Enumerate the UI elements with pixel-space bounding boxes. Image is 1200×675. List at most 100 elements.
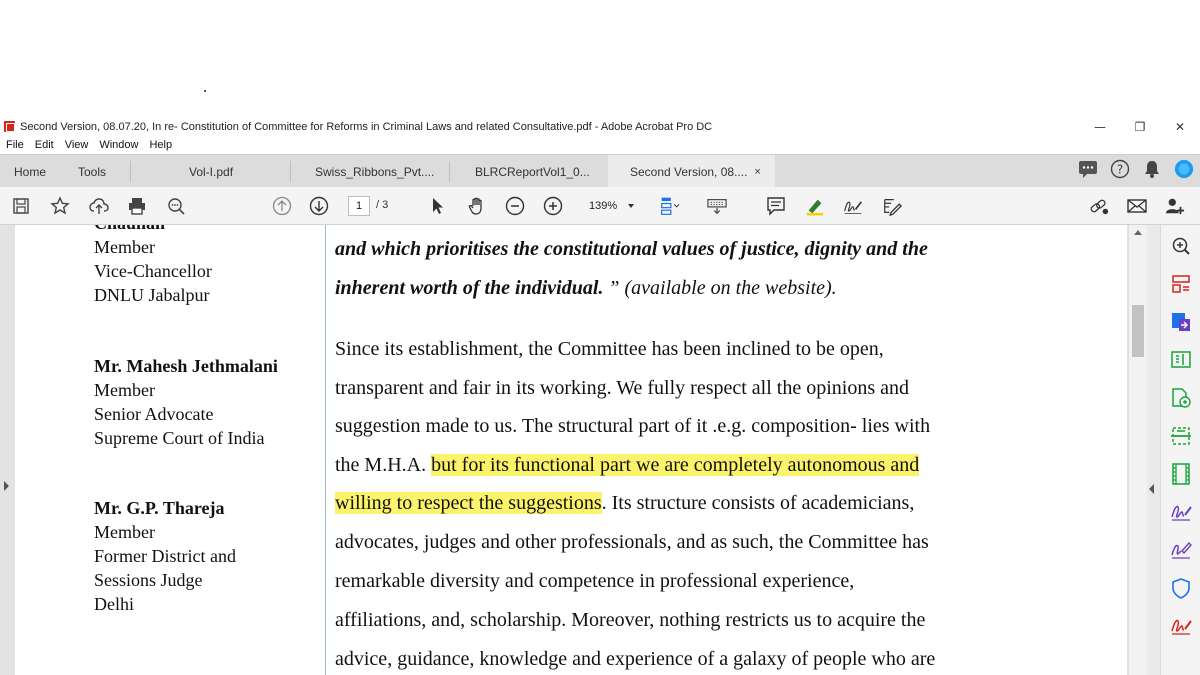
cursor-icon[interactable]	[428, 196, 448, 216]
document-view[interactable]: Chauhan Member Vice-Chancellor DNLU Jaba…	[0, 225, 1147, 675]
request-signature-icon[interactable]	[1170, 539, 1192, 561]
tab-close-icon[interactable]: ×	[754, 166, 760, 178]
fit-page-icon[interactable]	[660, 196, 680, 216]
collapse-right-pane-icon[interactable]	[1149, 484, 1154, 494]
member-title: Senior Advocate	[94, 404, 214, 424]
menu-window[interactable]: Window	[99, 139, 138, 151]
page-number-input[interactable]: 1	[348, 196, 370, 216]
tab-home[interactable]: Home	[14, 155, 46, 188]
print-icon[interactable]	[127, 196, 147, 216]
comment-icon[interactable]	[766, 196, 786, 216]
page-total: / 3	[376, 199, 389, 211]
bell-icon[interactable]	[1142, 159, 1162, 179]
member-affiliation: Supreme Court of India	[94, 428, 265, 448]
member-block-3: Mr. G.P. Thareja Member Former District …	[94, 496, 236, 616]
member-block-1: Member Vice-Chancellor DNLU Jabalpur	[94, 235, 212, 307]
help-icon[interactable]: ?	[1110, 159, 1130, 179]
more-tools-sign-icon[interactable]	[1170, 615, 1192, 637]
tab-doc-vol-i[interactable]: Vol-I.pdf	[189, 155, 233, 188]
menu-edit[interactable]: Edit	[35, 139, 54, 151]
title-bar: Second Version, 08.07.20, In re- Constit…	[0, 117, 1200, 136]
scan-ocr-icon[interactable]	[1170, 425, 1192, 447]
expand-left-pane-icon[interactable]	[4, 481, 9, 491]
edit-icon[interactable]	[882, 196, 902, 217]
body-line: transparent and fair in its working. We …	[335, 377, 909, 399]
menu-bar: File Edit View Window Help	[0, 136, 1200, 154]
body-line: willing to respect the suggestions. Its …	[335, 492, 914, 515]
mail-icon[interactable]	[1127, 196, 1147, 216]
upload-icon[interactable]	[89, 196, 109, 216]
zoom-out-icon[interactable]	[505, 196, 525, 216]
menu-help[interactable]: Help	[149, 139, 172, 151]
tab-tools-label: Tools	[78, 164, 107, 179]
rich-media-icon[interactable]	[1170, 463, 1192, 485]
pdf-page: Chauhan Member Vice-Chancellor DNLU Jaba…	[15, 225, 1127, 675]
body-line-italic: ” (available on the website).	[603, 277, 837, 299]
create-pdf-icon[interactable]	[1170, 387, 1192, 409]
organize-pages-icon[interactable]	[1170, 273, 1192, 295]
edit-pdf-icon[interactable]	[1170, 349, 1192, 371]
scroll-thumb[interactable]	[1132, 305, 1144, 357]
protect-shield-icon[interactable]	[1170, 577, 1192, 599]
desktop-background	[0, 0, 1200, 117]
hand-icon[interactable]	[467, 196, 487, 216]
restore-button[interactable]: ❐	[1120, 117, 1160, 136]
body-line: inherent worth of the individual. ” (ava…	[335, 277, 837, 300]
member-title: Sessions Judge	[94, 570, 203, 590]
tab-label: BLRCReportVol1_0...	[475, 164, 590, 179]
tab-separator	[290, 161, 291, 182]
tab-tools[interactable]: Tools	[78, 155, 106, 188]
tab-label: Second Version, 08....	[630, 164, 748, 179]
tab-doc-second-version[interactable]: Second Version, 08.... ×	[608, 155, 775, 188]
right-tools-pane	[1160, 225, 1200, 675]
star-icon[interactable]	[50, 196, 70, 216]
arrow-up-icon[interactable]	[272, 196, 292, 216]
fill-sign-icon[interactable]	[1170, 501, 1192, 523]
acrobat-window: Second Version, 08.07.20, In re- Constit…	[0, 117, 1200, 675]
toolbar: 1 / 3 139%	[0, 187, 1200, 225]
avatar-icon[interactable]	[1174, 159, 1194, 179]
highlight-icon[interactable]	[805, 196, 825, 216]
tab-separator	[449, 161, 450, 182]
body-text: . Its structure consists of academicians…	[601, 492, 915, 514]
member-name: Mr. Mahesh Jethmalani	[94, 356, 278, 376]
acrobat-logo-icon	[4, 121, 15, 132]
menu-view[interactable]: View	[65, 139, 89, 151]
keyboard-icon[interactable]	[707, 196, 727, 216]
tab-doc-swiss-ribbons[interactable]: Swiss_Ribbons_Pvt....	[315, 155, 434, 188]
minimize-button[interactable]: —	[1080, 117, 1120, 136]
sign-icon[interactable]	[843, 196, 863, 216]
close-button[interactable]: ✕	[1160, 117, 1200, 136]
member-affiliation: DNLU Jabalpur	[94, 285, 210, 305]
arrow-down-icon[interactable]	[309, 196, 329, 216]
tab-label: Swiss_Ribbons_Pvt....	[315, 164, 435, 179]
export-pdf-icon[interactable]	[1170, 311, 1192, 333]
body-line: advocates, judges and other professional…	[335, 531, 929, 553]
link-icon[interactable]	[1089, 196, 1109, 216]
member-block-2: Mr. Mahesh Jethmalani Member Senior Advo…	[94, 354, 278, 450]
stray-dot	[204, 90, 206, 92]
tab-bar: Home Tools Vol-I.pdf Swiss_Ribbons_Pvt..…	[0, 154, 1200, 188]
tab-home-label: Home	[14, 164, 47, 179]
member-title: Former District and	[94, 546, 236, 566]
body-line-bold-italic: inherent worth of the individual.	[335, 277, 604, 299]
vertical-scrollbar[interactable]	[1128, 225, 1147, 675]
tab-label: Vol-I.pdf	[189, 164, 234, 179]
member-role: Member	[94, 380, 155, 400]
zoom-search-icon[interactable]	[1170, 235, 1192, 257]
window-title: Second Version, 08.07.20, In re- Constit…	[20, 120, 713, 133]
search-icon[interactable]	[166, 196, 186, 216]
scroll-up-icon[interactable]	[1134, 230, 1142, 235]
body-line: and which prioritises the constitutional…	[335, 238, 928, 260]
member-role: Member	[94, 237, 155, 257]
body-line: suggestion made to us. The structural pa…	[335, 415, 931, 437]
member-name-cut: Chauhan	[94, 225, 165, 235]
chat-icon[interactable]	[1078, 159, 1098, 179]
add-user-icon[interactable]	[1165, 196, 1185, 216]
zoom-in-icon[interactable]	[543, 196, 563, 216]
tab-doc-blrc-report[interactable]: BLRCReportVol1_0...	[475, 155, 590, 188]
save-icon[interactable]	[11, 196, 31, 216]
menu-file[interactable]: File	[6, 139, 24, 151]
highlighted-text[interactable]: willing to respect the suggestions	[335, 492, 602, 514]
highlighted-text[interactable]: but for its functional part we are compl…	[431, 454, 920, 476]
